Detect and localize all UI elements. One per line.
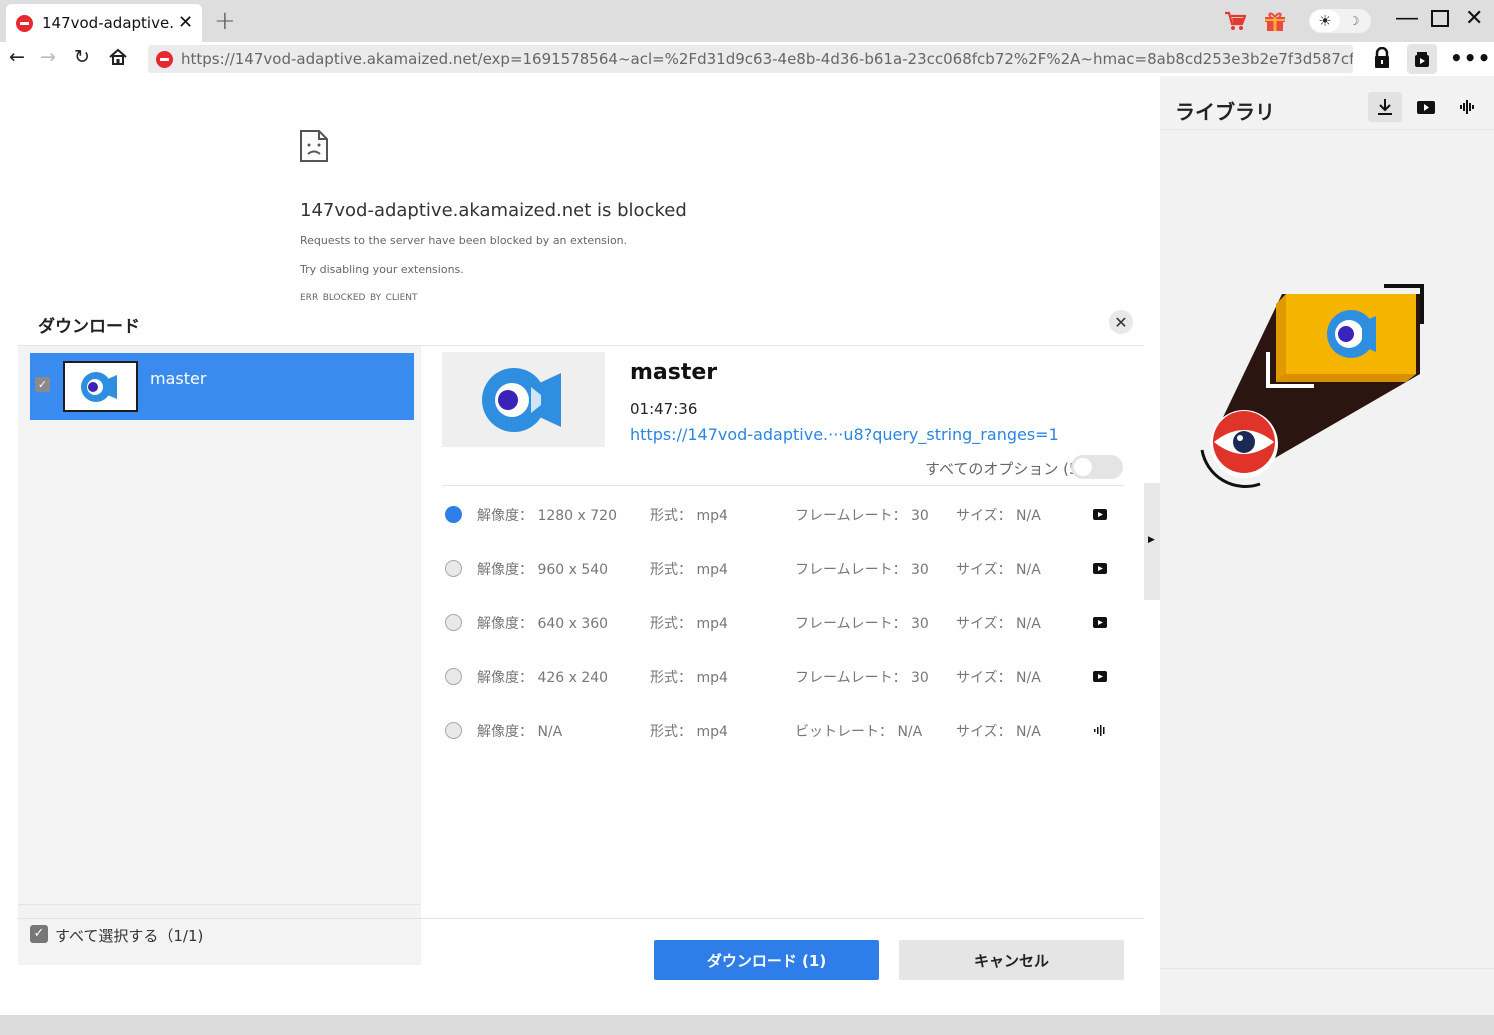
- options-divider: [442, 485, 1124, 486]
- blocked-page: 147vod-adaptive.akamaized.net is blocked…: [300, 130, 687, 303]
- video-thumbnail: [442, 352, 605, 447]
- resolution-text: 解像度： 426 x 240: [477, 670, 609, 686]
- status-strip: [0, 1015, 1494, 1035]
- dialog-title: ダウンロード: [38, 317, 140, 337]
- cart-icon[interactable]: [1224, 10, 1247, 36]
- format-text: 形式： mp4: [650, 670, 728, 686]
- list-item[interactable]: ✓ master: [30, 353, 414, 420]
- size-text: サイズ： N/A: [956, 616, 1041, 632]
- all-options-label: すべてのオプション (5): [925, 460, 1085, 478]
- resolution-text: 解像度： 1280 x 720: [477, 508, 617, 524]
- footer-divider: [18, 918, 1144, 919]
- format-row[interactable]: 解像度： 960 x 540 形式： mp4 フレームレート： 30 サイズ： N/A: [442, 552, 1124, 582]
- select-all-checkbox[interactable]: ✓: [30, 925, 48, 943]
- dialog-close-icon[interactable]: ✕: [1109, 310, 1133, 334]
- theme-toggle[interactable]: ☀ ☽: [1309, 9, 1371, 33]
- video-icon[interactable]: [1409, 92, 1443, 122]
- library-header: ライブラリ: [1160, 76, 1494, 130]
- size-text: サイズ： N/A: [956, 562, 1041, 578]
- moon-icon[interactable]: ☽: [1340, 14, 1368, 28]
- gift-icon[interactable]: [1263, 9, 1287, 37]
- resolution-text: 解像度： 960 x 540: [477, 562, 609, 578]
- forward-icon[interactable]: →: [40, 48, 56, 67]
- format-text: 形式： mp4: [650, 724, 728, 740]
- format-radio[interactable]: [445, 722, 462, 739]
- more-menu-icon[interactable]: •••: [1450, 46, 1491, 70]
- format-row[interactable]: 解像度： 640 x 360 形式： mp4 フレームレート： 30 サイズ： N/A: [442, 606, 1124, 636]
- video-type-icon: [1093, 670, 1107, 686]
- panel-collapse-handle[interactable]: ▶: [1144, 483, 1160, 600]
- resolution-text: 解像度： 640 x 360: [477, 616, 609, 632]
- video-type-icon: [1093, 616, 1107, 632]
- audio-icon[interactable]: [1450, 92, 1484, 122]
- window-close-icon[interactable]: ✕: [1465, 8, 1483, 30]
- format-row[interactable]: 解像度： 1280 x 720 形式： mp4 フレームレート： 30 サイズ： N/…: [442, 498, 1124, 528]
- lock-icon[interactable]: [1372, 46, 1392, 73]
- resolution-text: 解像度： N/A: [477, 724, 563, 740]
- title-bar: 147vod-adaptive. ✕ + ☀ ☽ ― ✕: [0, 0, 1494, 42]
- url-text[interactable]: https://147vod-adaptive.akamaized.net/ex…: [181, 50, 1353, 68]
- extension-icon[interactable]: [1407, 44, 1437, 74]
- library-title: ライブラリ: [1175, 100, 1275, 124]
- expand-arrow-icon[interactable]: ▶: [1148, 535, 1155, 545]
- library-footer-divider: [1160, 968, 1494, 969]
- format-radio[interactable]: [445, 668, 462, 685]
- rate-text: フレームレート： 30: [795, 670, 929, 686]
- size-text: サイズ： N/A: [956, 508, 1041, 524]
- download-icon[interactable]: [1368, 92, 1402, 122]
- format-radio[interactable]: [445, 614, 462, 631]
- library-empty-illustration: [1196, 282, 1426, 496]
- download-dialog: ダウンロード ✕ ✓ master ✓ すべて選択する（1/1) master …: [18, 300, 1144, 1015]
- reload-icon[interactable]: ↻: [74, 48, 90, 67]
- size-text: サイズ： N/A: [956, 670, 1041, 686]
- browser-tab[interactable]: 147vod-adaptive. ✕: [6, 4, 202, 42]
- format-radio[interactable]: [445, 506, 462, 523]
- home-icon[interactable]: [108, 47, 128, 71]
- minimize-icon[interactable]: ―: [1396, 8, 1418, 30]
- address-bar[interactable]: https://147vod-adaptive.akamaized.net/ex…: [148, 45, 1353, 73]
- select-all-label[interactable]: すべて選択する（1/1): [55, 925, 203, 946]
- sun-icon[interactable]: ☀: [1310, 10, 1340, 32]
- download-item-list: ✓ master ✓ すべて選択する（1/1): [18, 346, 421, 965]
- download-button[interactable]: ダウンロード (1): [654, 940, 879, 980]
- rate-text: フレームレート： 30: [795, 616, 929, 632]
- sad-page-icon: [300, 130, 328, 162]
- item-name: master: [150, 369, 207, 388]
- format-row[interactable]: 解像度： N/A 形式： mp4 ビットレート： N/A サイズ： N/A: [442, 714, 1124, 744]
- library-panel: ライブラリ: [1160, 76, 1494, 1015]
- audio-type-icon: [1093, 724, 1107, 740]
- select-all-bar: ✓ すべて選択する（1/1): [18, 904, 421, 965]
- format-text: 形式： mp4: [650, 616, 728, 632]
- blocked-hint: Try disabling your extensions.: [300, 263, 464, 276]
- navigation-bar: ← → ↻ https://147vod-adaptive.akamaized.…: [0, 42, 1494, 76]
- size-text: サイズ： N/A: [956, 724, 1041, 740]
- tab-close-icon[interactable]: ✕: [178, 14, 193, 32]
- item-thumbnail: [63, 361, 138, 412]
- blocked-message: Requests to the server have been blocked…: [300, 234, 628, 247]
- format-text: 形式： mp4: [650, 562, 728, 578]
- rate-text: フレームレート： 30: [795, 508, 929, 524]
- item-checkbox[interactable]: ✓: [35, 377, 50, 392]
- detail-pane: master 01:47:36 https://147vod-adaptive.…: [421, 346, 1144, 919]
- cancel-button[interactable]: キャンセル: [899, 940, 1124, 980]
- new-tab-icon[interactable]: +: [214, 8, 236, 34]
- blocked-title: 147vod-adaptive.akamaized.net is blocked: [300, 200, 687, 221]
- rate-text: フレームレート： 30: [795, 562, 929, 578]
- video-duration: 01:47:36: [630, 400, 698, 418]
- video-title: master: [630, 360, 718, 385]
- video-type-icon: [1093, 562, 1107, 578]
- maximize-icon[interactable]: [1430, 8, 1450, 33]
- blocked-icon: [156, 50, 173, 68]
- format-row[interactable]: 解像度： 426 x 240 形式： mp4 フレームレート： 30 サイズ： N/A: [442, 660, 1124, 690]
- video-type-icon: [1093, 508, 1107, 524]
- blocked-icon: [16, 14, 33, 32]
- rate-text: ビットレート： N/A: [795, 724, 923, 740]
- format-text: 形式： mp4: [650, 508, 728, 524]
- format-radio[interactable]: [445, 560, 462, 577]
- all-options-toggle[interactable]: [1071, 455, 1123, 479]
- back-icon[interactable]: ←: [9, 48, 25, 67]
- tab-title: 147vod-adaptive.: [42, 14, 174, 32]
- video-url-link[interactable]: https://147vod-adaptive.···u8?query_stri…: [630, 425, 1059, 444]
